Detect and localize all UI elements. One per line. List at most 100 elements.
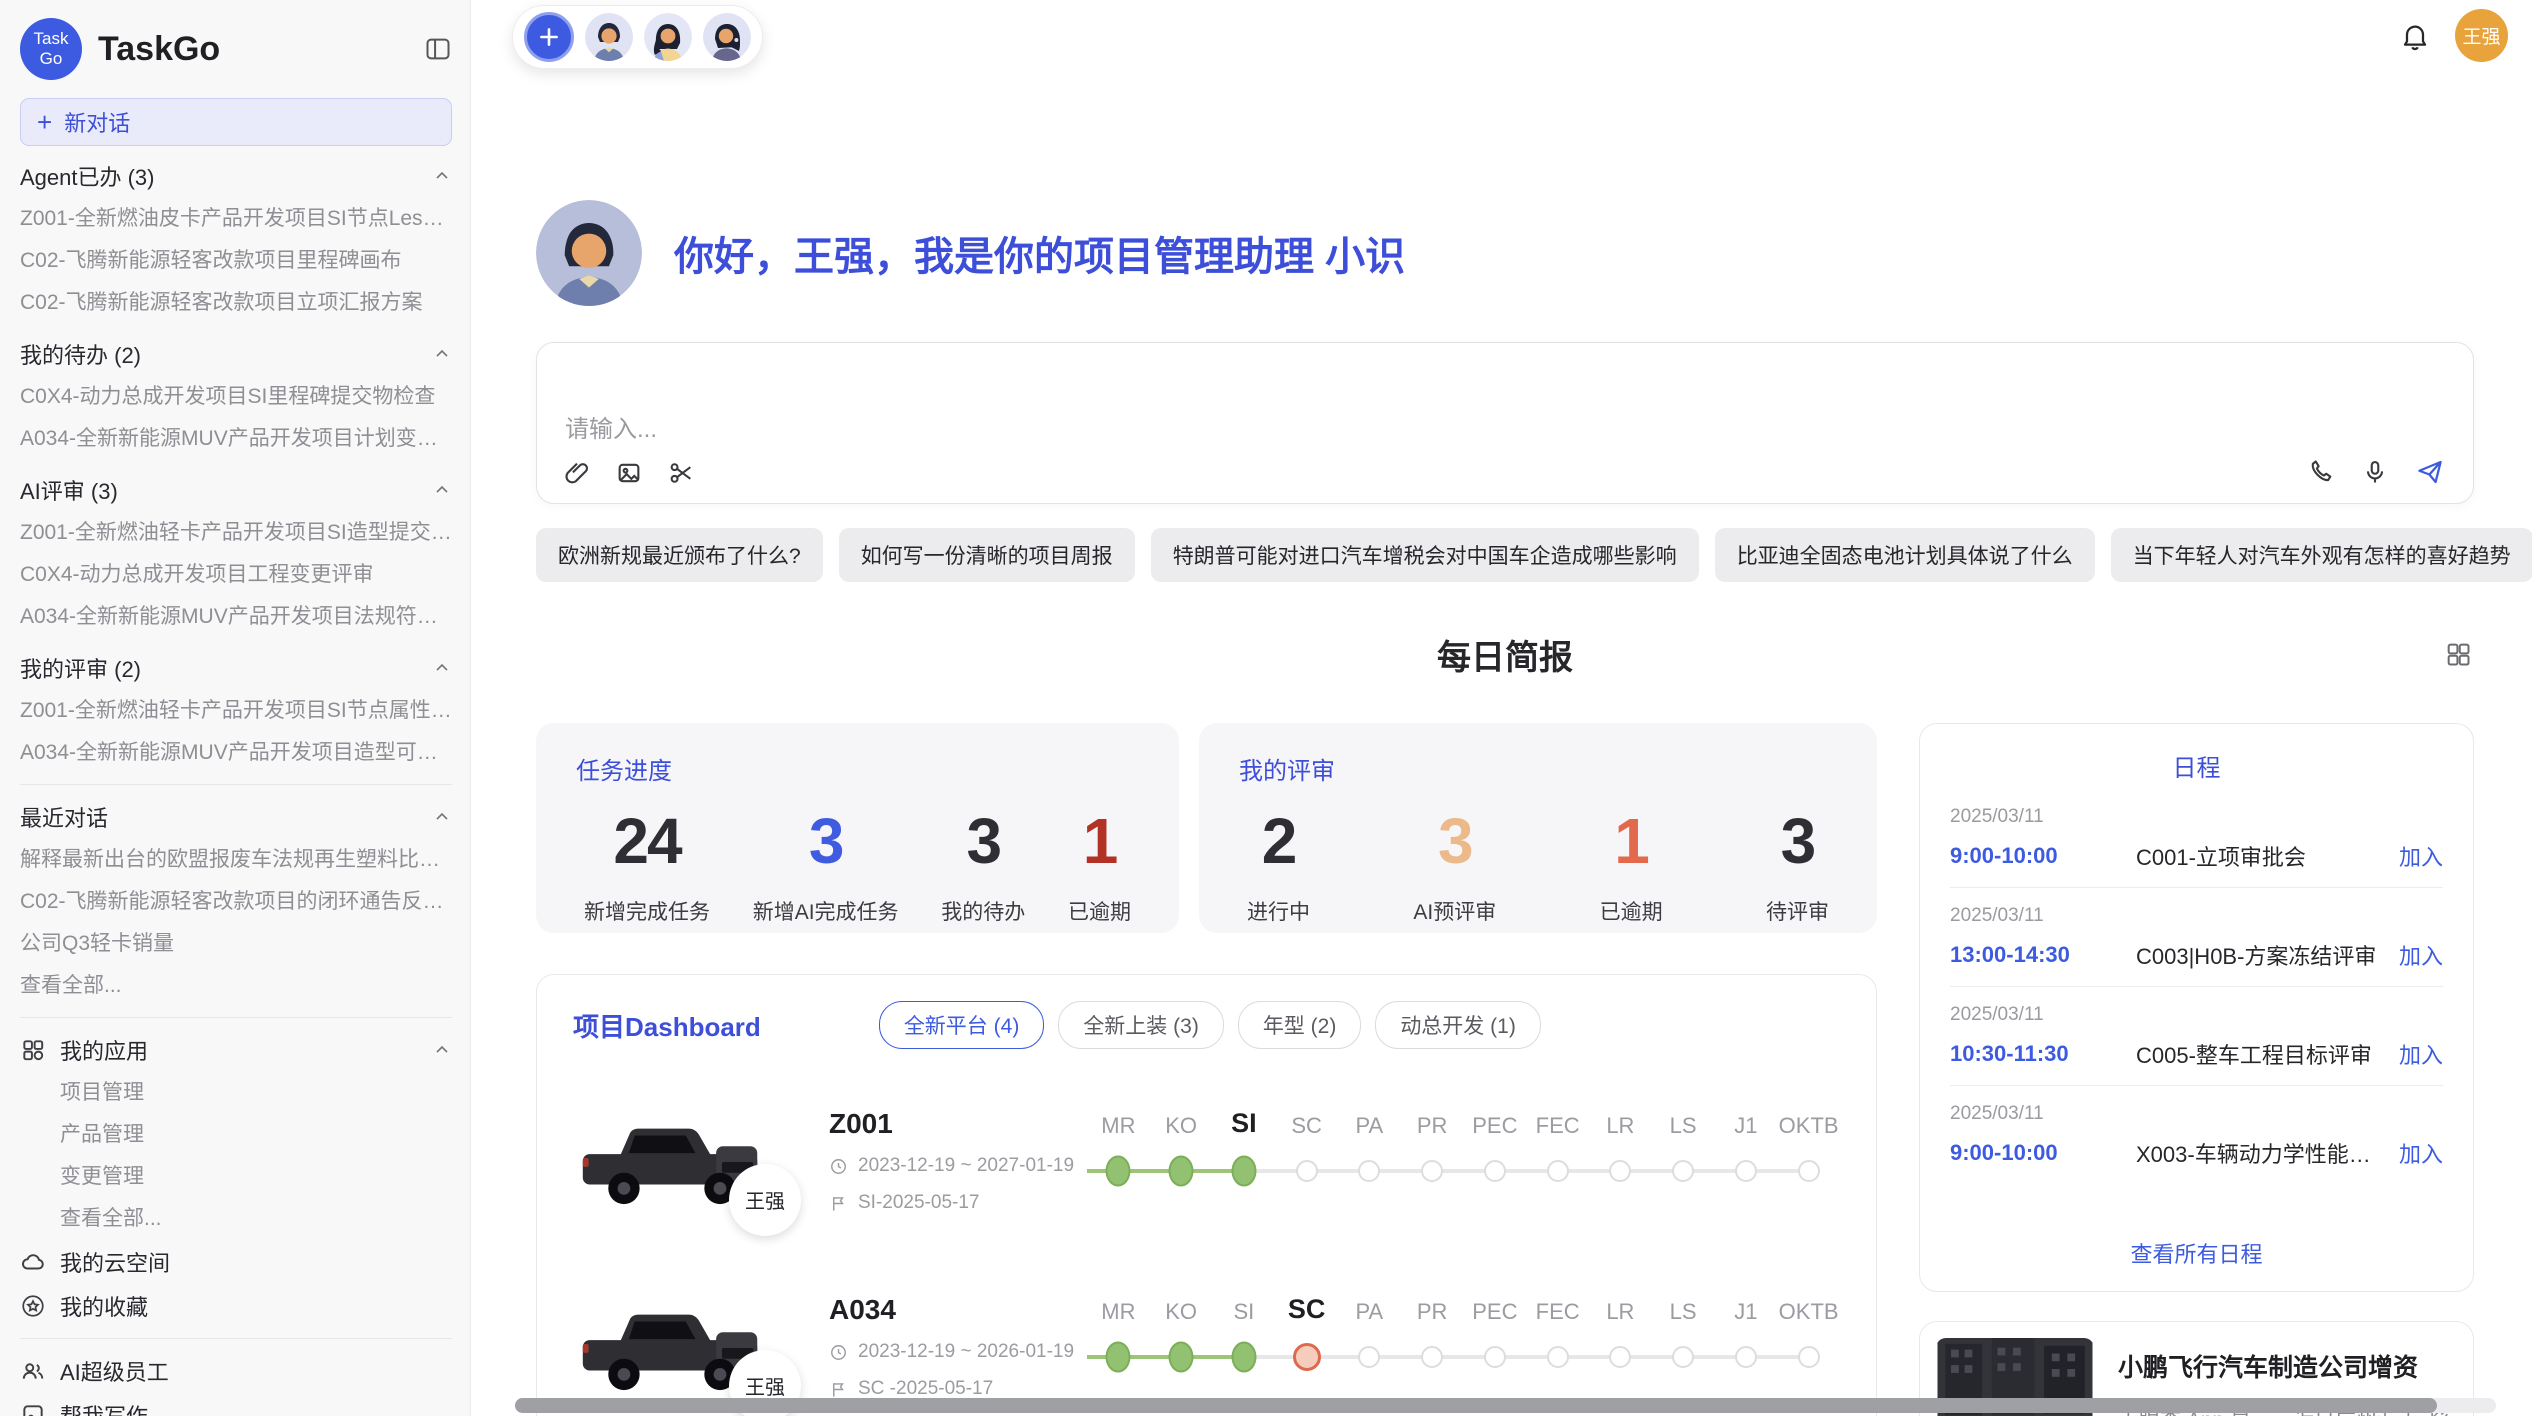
milestone-label: LS [1670, 1103, 1697, 1151]
join-link[interactable]: 加入 [2399, 840, 2443, 872]
horizontal-scrollbar[interactable] [515, 1398, 2496, 1413]
card-title: 任务进度 [576, 751, 1139, 786]
section-title: 我的待办 (2) [20, 338, 141, 370]
milestone-label: SI [1233, 1289, 1254, 1337]
sidebar-divider [20, 784, 452, 785]
view-all-schedules-link[interactable]: 查看所有日程 [1950, 1227, 2443, 1273]
scrollbar-thumb[interactable] [515, 1398, 2437, 1413]
sidebar: Task Go TaskGo + 新对话 Agent已办 (3) Z001-全新… [0, 0, 471, 1416]
view-all-chats-link[interactable]: 查看全部... [20, 965, 452, 1007]
milestone-PEC: PEC [1464, 1289, 1527, 1377]
section-header-my-review[interactable]: 我的评审 (2) [20, 646, 452, 690]
sidebar-item[interactable]: A034-全新新能源MUV产品开发项目造型可行性评审 [20, 732, 452, 774]
milestone-PA: PA [1338, 1289, 1401, 1377]
milestone-timeline: MRKOSISCPAPRPECFECLRLSJ1OKTB [1087, 1289, 1840, 1377]
milestone-label: J1 [1734, 1289, 1757, 1337]
tab-year-model[interactable]: 年型 (2) [1238, 1001, 1362, 1049]
image-icon[interactable] [615, 459, 643, 487]
sidebar-item-ai-staff[interactable]: AI超级员工 [20, 1349, 452, 1393]
milestone-LR: LR [1589, 1103, 1652, 1191]
new-chat-button[interactable]: + 新对话 [20, 98, 452, 146]
phone-icon[interactable] [2307, 458, 2335, 486]
milestone-dot [1106, 1156, 1131, 1187]
daily-briefing-title: 每日简报 [536, 632, 2474, 684]
milestone-MR: MR [1087, 1289, 1150, 1377]
schedule-name: X003-车辆动力学性能验... [2136, 1137, 2383, 1169]
sidebar-item[interactable]: A034-全新新能源MUV产品开发项目法规符合性评审 [20, 596, 452, 638]
tab-new-body[interactable]: 全新上装 (3) [1058, 1001, 1224, 1049]
stat-pending-review: 3 待评审 [1766, 804, 1829, 926]
sidebar-item[interactable]: C02-飞腾新能源轻客改款项目的闭环通告反馈情况 [20, 881, 452, 923]
suggestion-chip[interactable]: 如何写一份清晰的项目周报 [839, 528, 1135, 582]
join-link[interactable]: 加入 [2399, 1038, 2443, 1070]
milestone-label: PR [1417, 1103, 1448, 1151]
join-link[interactable]: 加入 [2399, 1137, 2443, 1169]
tab-powertrain[interactable]: 动总开发 (1) [1375, 1001, 1541, 1049]
user-avatar[interactable]: 王强 [2455, 9, 2508, 62]
chat-input-box[interactable]: 请输入... [536, 342, 2474, 504]
schedule-name: C003|H0B-方案冻结评审 [2136, 939, 2383, 971]
sidebar-item[interactable]: C02-飞腾新能源轻客改款项目立项汇报方案 [20, 282, 452, 324]
member-avatar-2[interactable] [644, 13, 692, 61]
suggestion-chip[interactable]: 特朗普可能对进口汽车增税会对中国车企造成哪些影响 [1151, 528, 1699, 582]
schedule-time: 13:00-14:30 [1950, 942, 2110, 968]
join-link[interactable]: 加入 [2399, 939, 2443, 971]
sidebar-item[interactable]: C0X4-动力总成开发项目工程变更评审 [20, 554, 452, 596]
sidebar-item-product-mgmt[interactable]: 产品管理 [20, 1114, 452, 1156]
milestone-dot [1358, 1160, 1380, 1182]
view-all-apps-link[interactable]: 查看全部... [20, 1198, 452, 1240]
dashboard-title: 项目Dashboard [573, 1007, 761, 1044]
sidebar-item[interactable]: 解释最新出台的欧盟报废车法规再生塑料比例被调至15%... [20, 839, 452, 881]
scissors-icon[interactable] [667, 459, 695, 487]
collapse-sidebar-icon[interactable] [424, 35, 452, 63]
member-avatar-1[interactable] [585, 13, 633, 61]
section-header-my-todo[interactable]: 我的待办 (2) [20, 332, 452, 376]
paperclip-icon[interactable] [563, 459, 591, 487]
milestone-label: SI [1231, 1103, 1257, 1151]
cloud-space-label: 我的云空间 [60, 1246, 170, 1278]
member-avatar-3[interactable] [703, 13, 751, 61]
suggestion-chip[interactable]: 比亚迪全固态电池计划具体说了什么 [1715, 528, 2095, 582]
mic-icon[interactable] [2361, 458, 2389, 486]
milestone-dot [1672, 1160, 1694, 1182]
sidebar-item-my-apps[interactable]: 我的应用 [20, 1028, 452, 1072]
suggestion-chip[interactable]: 当下年轻人对汽车外观有怎样的喜好趋势 [2111, 528, 2532, 582]
section-header-recent-chats[interactable]: 最近对话 [20, 795, 452, 839]
main-area: 王强 你好，王强，我是你的项目管理助理 小识 请输入... 欧洲新规最近颁布了什… [471, 0, 2532, 1416]
chat-input-placeholder: 请输入... [565, 409, 657, 444]
section-header-agent-done[interactable]: Agent已办 (3) [20, 154, 452, 198]
send-icon[interactable] [2415, 457, 2445, 487]
schedule-item: 2025/03/11 9:00-10:00 C001-立项审批会 加入 [1950, 789, 2443, 888]
milestone-SC: SC [1275, 1289, 1338, 1377]
sidebar-item-favorites[interactable]: 我的收藏 [20, 1284, 452, 1328]
sidebar-item-project-mgmt[interactable]: 项目管理 [20, 1072, 452, 1114]
schedule-card: 日程 2025/03/11 9:00-10:00 C001-立项审批会 加入 2… [1919, 723, 2474, 1292]
add-member-button[interactable] [524, 12, 574, 62]
suggestion-chip[interactable]: 欧洲新规最近颁布了什么? [536, 528, 823, 582]
sidebar-item[interactable]: 公司Q3轻卡销量 [20, 923, 452, 965]
bell-icon[interactable] [2399, 20, 2431, 52]
sidebar-item[interactable]: C0X4-动力总成开发项目SI里程碑提交物检查 [20, 376, 452, 418]
project-row-a034[interactable]: 王强 A034 2023-12-19 ~ 2026-01-19 SC -2025… [573, 1273, 1840, 1416]
project-owner-avatar: 王强 [729, 1164, 801, 1236]
milestone-label: FEC [1536, 1103, 1580, 1151]
taskgo-app: Task Go TaskGo + 新对话 Agent已办 (3) Z001-全新… [0, 0, 2532, 1416]
project-row-z001[interactable]: 王强 Z001 2023-12-19 ~ 2027-01-19 SI-2025-… [573, 1087, 1840, 1235]
sidebar-item-change-mgmt[interactable]: 变更管理 [20, 1156, 452, 1198]
sidebar-item-help-write[interactable]: 帮我写作 [20, 1393, 452, 1416]
sidebar-item[interactable]: C02-飞腾新能源轻客改款项目里程碑画布 [20, 240, 452, 282]
project-dates: 2023-12-19 ~ 2026-01-19 [829, 1341, 1079, 1363]
plus-icon: + [37, 109, 52, 135]
schedule-date: 2025/03/11 [1950, 905, 2443, 927]
section-header-ai-review[interactable]: AI评审 (3) [20, 468, 452, 512]
layout-grid-icon[interactable] [2444, 640, 2472, 668]
sidebar-item[interactable]: Z001-全新燃油轻卡产品开发项目SI造型提交物评审 [20, 512, 452, 554]
sidebar-item[interactable]: Z001-全新燃油皮卡产品开发项目SI节点Lesson Learn报告 [20, 198, 452, 240]
stat-overdue: 1 已逾期 [1068, 804, 1131, 926]
dashboard-tabs: 全新平台 (4) 全新上装 (3) 年型 (2) 动总开发 (1) [879, 1001, 1541, 1049]
stat-value: 3 [941, 804, 1025, 878]
tab-new-platform[interactable]: 全新平台 (4) [879, 1001, 1045, 1049]
sidebar-item-cloud-space[interactable]: 我的云空间 [20, 1240, 452, 1284]
sidebar-item[interactable]: Z001-全新燃油轻卡产品开发项目SI节点属性5D文件评审 [20, 690, 452, 732]
sidebar-item[interactable]: A034-全新新能源MUV产品开发项目计划变更表编写 [20, 418, 452, 460]
